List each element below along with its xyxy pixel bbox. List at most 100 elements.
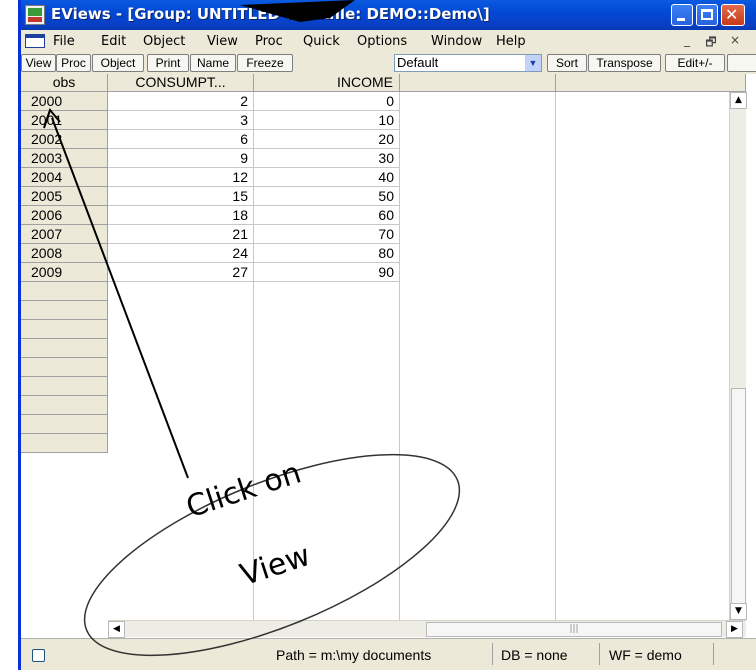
- mdi-minimize-button[interactable]: _: [679, 33, 695, 49]
- row-header-empty[interactable]: [21, 301, 108, 320]
- row-header-empty[interactable]: [21, 358, 108, 377]
- income-cell[interactable]: 80: [254, 244, 400, 263]
- mdi-restore-button[interactable]: 🗗: [703, 33, 719, 49]
- consumption-cell[interactable]: 9: [108, 149, 254, 168]
- status-db: DB = none: [501, 647, 568, 663]
- income-cell[interactable]: 20: [254, 130, 400, 149]
- horizontal-scrollbar[interactable]: ◀ ||| ▶: [108, 620, 746, 638]
- name-button[interactable]: Name: [190, 54, 236, 72]
- proc-button[interactable]: Proc: [56, 54, 91, 72]
- income-cell[interactable]: 0: [254, 92, 400, 111]
- transpose-button[interactable]: Transpose: [588, 54, 661, 72]
- maximize-button[interactable]: [696, 4, 718, 26]
- row-header-empty[interactable]: [21, 320, 108, 339]
- row-header[interactable]: 2000: [21, 92, 108, 111]
- income-cell[interactable]: 70: [254, 225, 400, 244]
- column-header-consumption[interactable]: CONSUMPT...: [108, 74, 254, 92]
- income-cell[interactable]: 50: [254, 187, 400, 206]
- row-header[interactable]: 2006: [21, 206, 108, 225]
- row-header-empty[interactable]: [21, 396, 108, 415]
- scroll-down-icon[interactable]: ▼: [730, 603, 747, 620]
- column-header-empty[interactable]: [400, 74, 556, 92]
- eviews-app-icon[interactable]: [25, 5, 45, 25]
- mdi-close-button[interactable]: ×: [727, 33, 743, 49]
- menu-file[interactable]: File: [53, 34, 75, 49]
- consumption-cell[interactable]: 2: [108, 92, 254, 111]
- scroll-up-icon[interactable]: ▲: [730, 92, 747, 109]
- freeze-button[interactable]: Freeze: [237, 54, 293, 72]
- menu-proc[interactable]: Proc: [255, 34, 283, 49]
- row-header[interactable]: 2009: [21, 263, 108, 282]
- column-header-income[interactable]: INCOME: [254, 74, 400, 92]
- menu-view[interactable]: View: [207, 34, 238, 49]
- income-cell[interactable]: 60: [254, 206, 400, 225]
- consumption-cell[interactable]: 6: [108, 130, 254, 149]
- edit-toggle-button[interactable]: Edit+/-: [665, 54, 725, 72]
- status-divider: [713, 643, 714, 665]
- income-cell[interactable]: 10: [254, 111, 400, 130]
- row-header[interactable]: 2007: [21, 225, 108, 244]
- vertical-scrollbar[interactable]: ▲ ▼: [729, 92, 747, 620]
- menu-options[interactable]: Options: [357, 34, 407, 49]
- chevron-down-icon[interactable]: ▼: [525, 55, 541, 71]
- group-spreadsheet[interactable]: obs CONSUMPT... INCOME 2000 2001 2002 20…: [21, 74, 756, 638]
- title-bar[interactable]: EViews - [Group: UNTITLED Workfile: DEMO…: [21, 0, 756, 30]
- window-title: EViews - [Group: UNTITLED Workfile: DEMO…: [51, 5, 490, 23]
- scroll-right-icon[interactable]: ▶: [726, 621, 743, 638]
- close-icon: ✕: [725, 5, 739, 24]
- sort-button[interactable]: Sort: [547, 54, 587, 72]
- close-button[interactable]: ✕: [721, 4, 745, 26]
- consumption-cell[interactable]: 24: [108, 244, 254, 263]
- consumption-cell[interactable]: 27: [108, 263, 254, 282]
- row-header[interactable]: 2003: [21, 149, 108, 168]
- menu-help[interactable]: Help: [496, 34, 526, 49]
- status-divider: [492, 643, 493, 665]
- income-cell[interactable]: 90: [254, 263, 400, 282]
- column-divider: [555, 92, 556, 620]
- maximize-icon: [701, 9, 713, 20]
- view-button[interactable]: View: [21, 54, 56, 72]
- horizontal-scroll-thumb[interactable]: |||: [426, 622, 722, 637]
- menu-edit[interactable]: Edit: [101, 34, 126, 49]
- row-header-empty[interactable]: [21, 434, 108, 453]
- print-button[interactable]: Print: [147, 54, 189, 72]
- status-workfile: WF = demo: [609, 647, 682, 663]
- column-divider: [399, 92, 400, 620]
- object-button[interactable]: Object: [92, 54, 144, 72]
- row-header[interactable]: 2008: [21, 244, 108, 263]
- row-header-empty[interactable]: [21, 282, 108, 301]
- menu-quick[interactable]: Quick: [303, 34, 340, 49]
- column-header-obs[interactable]: obs: [21, 74, 108, 92]
- status-checkbox[interactable]: [32, 649, 45, 662]
- income-cell[interactable]: 40: [254, 168, 400, 187]
- document-window-icon[interactable]: [25, 34, 45, 48]
- menu-window[interactable]: Window: [431, 34, 482, 49]
- row-header[interactable]: 2005: [21, 187, 108, 206]
- more-toolbar-button[interactable]: [727, 54, 756, 72]
- eviews-window: EViews - [Group: UNTITLED Workfile: DEMO…: [18, 0, 756, 670]
- consumption-cell[interactable]: 12: [108, 168, 254, 187]
- minimize-button[interactable]: [671, 4, 693, 26]
- row-header-empty[interactable]: [21, 415, 108, 434]
- consumption-cell[interactable]: 18: [108, 206, 254, 225]
- status-divider: [599, 643, 600, 665]
- object-toolbar: View Proc Object Print Name Freeze Defau…: [21, 52, 756, 74]
- status-bar: Path = m:\my documents DB = none WF = de…: [21, 638, 756, 670]
- consumption-cell[interactable]: 21: [108, 225, 254, 244]
- vertical-scroll-thumb[interactable]: [731, 388, 746, 604]
- row-header[interactable]: 2001: [21, 111, 108, 130]
- status-path: Path = m:\my documents: [276, 647, 432, 663]
- minimize-icon: [677, 18, 685, 21]
- row-header-empty[interactable]: [21, 339, 108, 358]
- column-header-empty[interactable]: [556, 74, 746, 92]
- income-cell[interactable]: 30: [254, 149, 400, 168]
- menu-object[interactable]: Object: [143, 34, 185, 49]
- menu-bar: File Edit Object View Proc Quick Options…: [21, 30, 756, 52]
- consumption-cell[interactable]: 3: [108, 111, 254, 130]
- consumption-cell[interactable]: 15: [108, 187, 254, 206]
- row-header[interactable]: 2004: [21, 168, 108, 187]
- display-format-select[interactable]: Default ▼: [394, 54, 542, 72]
- scroll-left-icon[interactable]: ◀: [108, 621, 125, 638]
- row-header-empty[interactable]: [21, 377, 108, 396]
- row-header[interactable]: 2002: [21, 130, 108, 149]
